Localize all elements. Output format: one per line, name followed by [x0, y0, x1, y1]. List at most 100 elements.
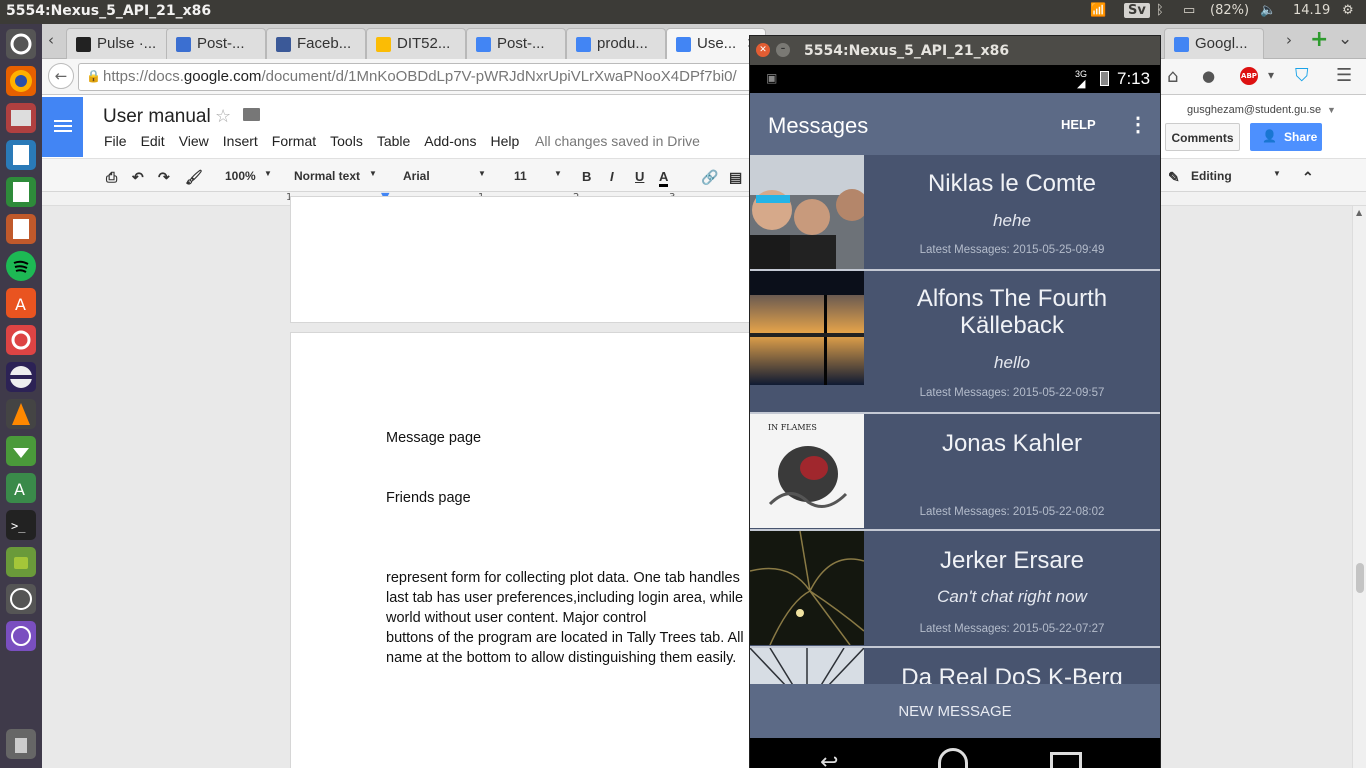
menu-insert[interactable]: Insert	[223, 133, 258, 149]
menu-edit[interactable]: Edit	[141, 133, 165, 149]
firefox-icon[interactable]	[6, 66, 36, 96]
home-nav-icon[interactable]	[938, 748, 968, 768]
minimize-window-icon[interactable]: –	[776, 43, 790, 57]
last-message: hehe	[993, 211, 1031, 230]
conversation-list[interactable]: Niklas le Comte hehe Latest Messages: 20…	[750, 155, 1160, 684]
doc-scrollbar[interactable]: ▲	[1352, 206, 1366, 768]
trash-icon[interactable]	[6, 729, 36, 759]
power-gear-icon[interactable]: ⚙	[1342, 3, 1354, 18]
doc-line[interactable]: name at the bottom to allow distinguishi…	[386, 650, 736, 666]
italic-button[interactable]: I	[610, 169, 614, 184]
tab-google[interactable]: Googl...	[1164, 28, 1264, 59]
help-button[interactable]: HELP	[1061, 117, 1096, 132]
size-dropdown-icon: ▼	[554, 169, 562, 178]
menu-help[interactable]: Help	[490, 133, 519, 149]
font-select[interactable]: Arial	[403, 169, 430, 183]
impress-icon[interactable]	[6, 214, 36, 244]
new-tab-icon[interactable]: +	[1310, 27, 1328, 52]
android-icon[interactable]	[6, 547, 36, 577]
conversation-item[interactable]: IN FLAMES Jonas Kahler Latest Messages: …	[750, 414, 1160, 529]
star-icon[interactable]: ☆	[215, 106, 231, 127]
share-button[interactable]: 👤 Share	[1250, 123, 1322, 151]
comments-button[interactable]: Comments	[1165, 123, 1240, 151]
link-icon[interactable]: 🔗	[701, 169, 718, 186]
doc-line[interactable]: world without user content. Major contro…	[386, 610, 646, 626]
battery-percent[interactable]: (82%)	[1210, 3, 1249, 18]
doc-line[interactable]: Friends page	[386, 490, 471, 506]
calc-icon[interactable]	[6, 177, 36, 207]
files-icon[interactable]	[6, 103, 36, 133]
menu-table[interactable]: Table	[377, 133, 410, 149]
dash-icon[interactable]	[6, 29, 36, 59]
volume-icon[interactable]: 🔈	[1260, 3, 1276, 18]
doc-line[interactable]: Message page	[386, 430, 481, 446]
github-icon	[76, 37, 91, 52]
tab-drive[interactable]: DIT52...	[366, 28, 466, 59]
writer-icon[interactable]	[6, 140, 36, 170]
zoom-select[interactable]: 100%	[225, 169, 256, 183]
conversation-item[interactable]: Da Real DoS K-Berg	[750, 647, 1160, 684]
network-icon[interactable]: 📶	[1090, 3, 1106, 18]
folder-icon[interactable]	[243, 108, 260, 121]
back-nav-icon[interactable]: ↩	[820, 750, 838, 768]
download-icon[interactable]	[6, 436, 36, 466]
tab-facebook[interactable]: Faceb...	[266, 28, 366, 59]
back-icon[interactable]: ←	[48, 63, 74, 89]
tab-product[interactable]: produ...	[566, 28, 666, 59]
conversation-item[interactable]: Alfons The Fourth Källeback hello Latest…	[750, 271, 1160, 412]
scroll-up-icon[interactable]: ▲	[1356, 208, 1362, 217]
android-studio-icon[interactable]: A	[6, 473, 36, 503]
terminal-icon[interactable]: >_	[6, 510, 36, 540]
tab-scroll-left-icon[interactable]: ‹	[48, 31, 54, 49]
bold-button[interactable]: B	[582, 169, 591, 184]
new-message-button[interactable]: NEW MESSAGE	[750, 684, 1160, 738]
scroll-thumb[interactable]	[1356, 563, 1364, 593]
tab-post-2[interactable]: Post-...	[466, 28, 566, 59]
account-dropdown-icon[interactable]: ▼	[1327, 105, 1336, 115]
conversation-item[interactable]: Jerker Ersare Can't chat right now Lates…	[750, 530, 1160, 646]
clock[interactable]: 14.19	[1293, 3, 1330, 18]
paint-format-icon[interactable]: 🖌	[185, 169, 203, 186]
url-field[interactable]: 🔒 https://docs.google.com/document/d/1MnK…	[78, 63, 788, 91]
menu-view[interactable]: View	[179, 133, 209, 149]
settings-icon[interactable]	[6, 325, 36, 355]
spotify-icon[interactable]	[6, 251, 36, 281]
print-icon[interactable]: ⎙	[106, 169, 117, 186]
menu-addons[interactable]: Add-ons	[424, 133, 476, 149]
comment-icon[interactable]: ▤	[729, 169, 742, 186]
doc-line[interactable]: buttons of the program are located in Ta…	[386, 630, 744, 646]
document-title[interactable]: User manual	[103, 106, 211, 128]
updater-icon[interactable]	[6, 584, 36, 614]
bluetooth-icon[interactable]: ᛒ	[1156, 3, 1164, 18]
eclipse-icon[interactable]	[6, 362, 36, 392]
page[interactable]	[290, 196, 770, 323]
style-select[interactable]: Normal text	[294, 169, 360, 183]
keyboard-layout-indicator[interactable]: Sv	[1124, 3, 1150, 18]
text-color-button[interactable]: A	[659, 169, 669, 187]
overflow-menu-icon[interactable]: ⋮	[1128, 112, 1148, 137]
tab-scroll-right-icon[interactable]: ›	[1286, 31, 1292, 49]
tab-post-1[interactable]: Post-...	[166, 28, 266, 59]
software-center-icon[interactable]: A	[6, 288, 36, 318]
tab-list-icon[interactable]: ⌄	[1338, 29, 1352, 49]
menu-tools[interactable]: Tools	[330, 133, 363, 149]
redo-icon[interactable]: ↷	[158, 169, 170, 186]
conversation-item[interactable]: Niklas le Comte hehe Latest Messages: 20…	[750, 155, 1160, 269]
tab-pulse[interactable]: Pulse ·...	[66, 28, 170, 59]
docs-home-icon[interactable]	[42, 97, 83, 157]
size-select[interactable]: 11	[514, 169, 527, 183]
recents-nav-icon[interactable]	[1050, 752, 1082, 768]
close-window-icon[interactable]: ✕	[756, 43, 770, 57]
menu-format[interactable]: Format	[272, 133, 316, 149]
underline-button[interactable]: U	[635, 169, 644, 184]
page[interactable]	[290, 332, 770, 768]
vlc-icon[interactable]	[6, 399, 36, 429]
doc-line[interactable]: represent form for collecting plot data.…	[386, 570, 740, 586]
menu-file[interactable]: File	[104, 133, 127, 149]
viber-icon[interactable]	[6, 621, 36, 651]
user-email[interactable]: gusghezam@student.gu.se	[1187, 104, 1321, 116]
android-debug-icon: ▣	[766, 71, 778, 85]
doc-line[interactable]: last tab has user preferences,including …	[386, 590, 743, 606]
undo-icon[interactable]: ↶	[132, 169, 144, 186]
battery-icon[interactable]: ▭	[1183, 3, 1195, 18]
